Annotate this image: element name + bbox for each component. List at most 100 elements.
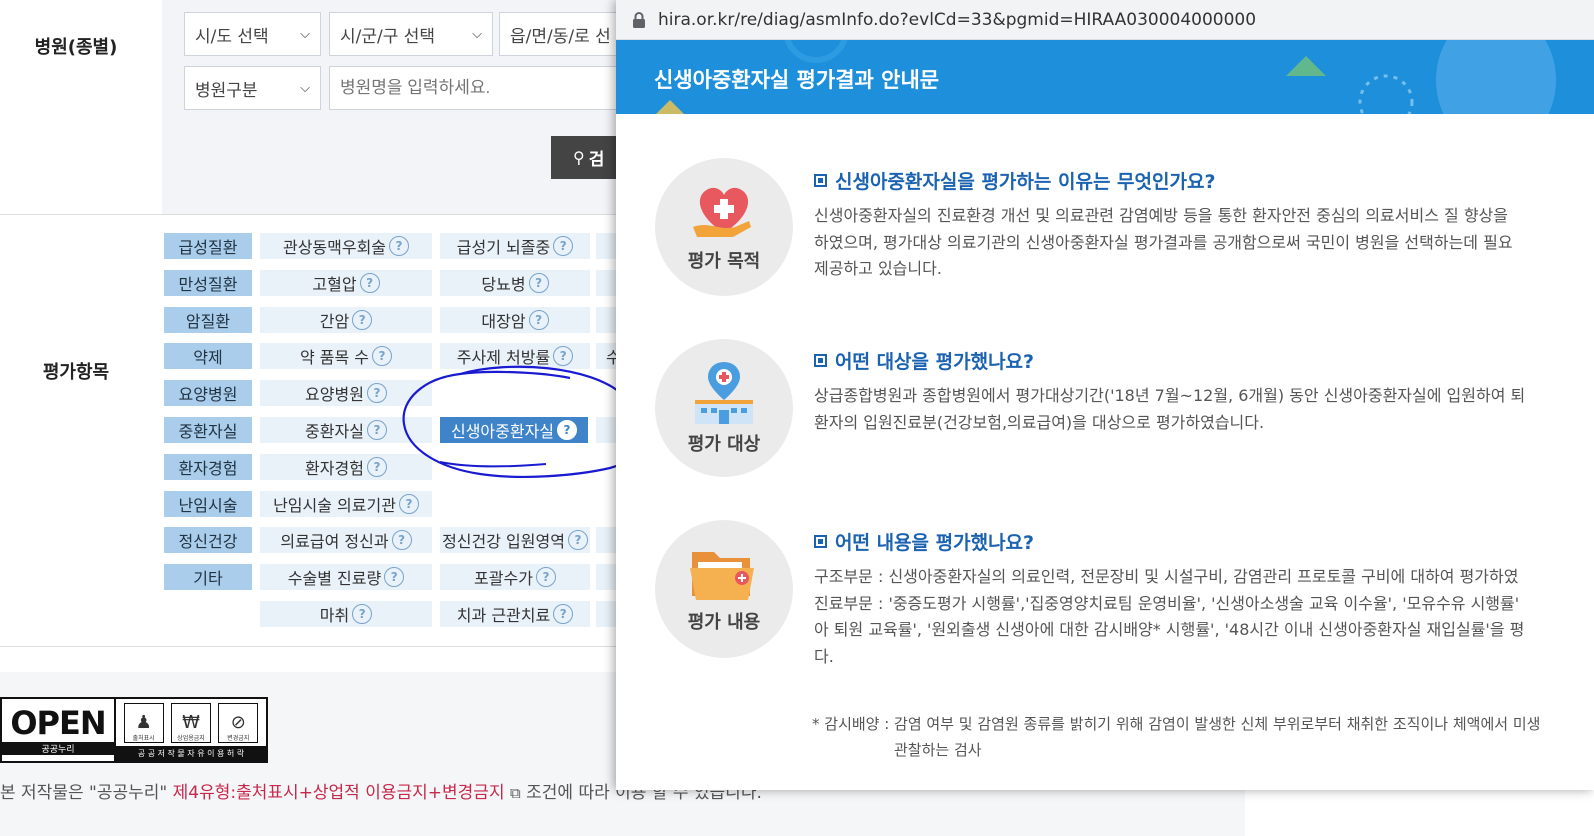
help-icon[interactable]: ? [372, 346, 393, 366]
attribution-icon-label: 출처표시 [132, 734, 155, 742]
eval-item[interactable]: 고혈압? [260, 270, 432, 296]
open-logo-sub: 공공누리 [2, 741, 114, 755]
help-icon[interactable]: ? [553, 604, 574, 624]
eval-item[interactable]: 마취? [260, 601, 432, 627]
hospital-name-input[interactable] [329, 66, 639, 110]
external-link-icon[interactable]: ⧉ [510, 784, 521, 802]
eval-item[interactable]: 간암? [260, 307, 432, 333]
kogl-open-logo: OPEN 공공누리 ♟ 출처표시 ₩ 상업용금지 ⊘ 변경금지 공 공 저 작 물 자… [0, 697, 268, 763]
sigungu-select[interactable]: 시/군/구 선택 ⌵ [329, 12, 493, 56]
purpose-icon-circle: 평가 목적 [655, 158, 793, 296]
square-bullet-icon [814, 354, 827, 367]
help-icon[interactable]: ? [366, 383, 387, 403]
eval-category[interactable]: 요양병원 [164, 380, 252, 406]
address-bar[interactable]: hira.or.kr/re/diag/asmInfo.do?evlCd=33&p… [616, 0, 1594, 40]
eval-category[interactable]: 정신건강 [164, 527, 252, 553]
no-commercial-icon-label: 상업용금지 [177, 734, 205, 742]
eval-item[interactable]: 대장암? [440, 307, 590, 333]
eval-item-clipped[interactable] [596, 564, 616, 590]
eval-item-clipped[interactable] [596, 270, 616, 296]
purpose-icon-label: 평가 목적 [687, 251, 761, 272]
target-line: 환자의 입원진료분(건강보험,의료급여)을 대상으로 평가하였습니다. [814, 412, 1265, 432]
target-icon-label: 평가 대상 [687, 434, 761, 455]
help-icon[interactable]: ? [391, 530, 412, 550]
purpose-question: 신생아중환자실을 평가하는 이유는 무엇인가요? [814, 167, 1215, 194]
footnote-line-2: 관찰하는 검사 [894, 741, 982, 759]
eval-item[interactable]: 치과 근관치료? [440, 601, 590, 627]
eval-category[interactable]: 암질환 [164, 307, 252, 333]
help-icon[interactable]: ? [389, 236, 410, 256]
open-logo-text: OPEN [10, 703, 106, 742]
eval-item-label: 수술별 진료량 [287, 569, 382, 588]
eval-item[interactable]: 의료급여 정신과? [260, 527, 432, 553]
divider [0, 214, 625, 215]
eval-category[interactable]: 기타 [164, 564, 252, 590]
dong-select-value: 읍/면/동/로 선 [510, 26, 611, 47]
eval-item-clipped[interactable]: 수 [596, 343, 616, 369]
eval-item[interactable]: 포괄수가? [440, 564, 590, 590]
sigungu-select-value: 시/군/구 선택 [340, 26, 436, 47]
popup-header: 신생아중환자실 평가결과 안내문 [616, 40, 1594, 114]
eval-item[interactable]: 요양병원? [260, 380, 432, 406]
help-icon[interactable]: ? [398, 494, 419, 514]
eval-item[interactable]: 주사제 처방률? [440, 343, 590, 369]
help-icon[interactable]: ? [384, 567, 405, 587]
eval-item-clipped[interactable] [596, 527, 616, 553]
eval-item-clipped[interactable] [596, 417, 616, 443]
eval-item-label: 신생아중환자실 [450, 422, 555, 441]
eval-item[interactable]: 약 품목 수? [260, 343, 432, 369]
eval-category[interactable]: 급성질환 [164, 233, 252, 259]
chevron-down-icon: ⌵ [472, 26, 482, 42]
eval-item[interactable]: 중환자실? [260, 417, 432, 443]
content-icon-circle: 평가 내용 [655, 520, 793, 658]
help-icon[interactable]: ? [366, 420, 387, 440]
eval-item-label: 당뇨병 [481, 275, 526, 294]
help-icon[interactable]: ? [528, 273, 549, 293]
search-button-label: 검 [588, 150, 605, 170]
eval-item-clipped[interactable] [596, 601, 616, 627]
eval-item-label: 환자경험 [305, 459, 364, 478]
eval-item[interactable]: 급성기 뇌졸중? [440, 233, 590, 259]
popup-window: hira.or.kr/re/diag/asmInfo.do?evlCd=33&p… [616, 0, 1594, 790]
square-bullet-icon [814, 535, 827, 548]
purpose-line: 제공하고 있습니다. [814, 259, 942, 278]
lock-icon [633, 11, 645, 28]
eval-item[interactable]: 환자경험? [260, 454, 432, 480]
help-icon[interactable]: ? [567, 530, 588, 550]
eval-item-clipped[interactable] [596, 233, 616, 259]
sido-select[interactable]: 시/도 선택 ⌵ [184, 12, 321, 56]
eval-item[interactable]: 관상동맥우회술? [260, 233, 432, 259]
no-commercial-icon: ₩ 상업용금지 [170, 702, 211, 743]
license-link[interactable]: 제4유형:출처표시+상업적 이용금지+변경금지 [173, 783, 505, 803]
help-icon[interactable]: ? [553, 346, 574, 366]
help-icon[interactable]: ? [535, 567, 556, 587]
eval-item[interactable]: 당뇨병? [440, 270, 590, 296]
help-icon[interactable]: ? [553, 236, 574, 256]
eval-item-label: 치과 근관치료 [456, 606, 551, 625]
eval-category[interactable]: 약제 [164, 343, 252, 369]
url-text: hira.or.kr/re/diag/asmInfo.do?evlCd=33&p… [658, 9, 1257, 30]
eval-category[interactable]: 만성질환 [164, 270, 252, 296]
eval-category[interactable]: 중환자실 [164, 417, 252, 443]
divider [0, 646, 625, 647]
eval-item-clipped[interactable] [596, 307, 616, 333]
eval-item-label: 급성기 뇌졸중 [456, 238, 551, 257]
content-question: 어떤 내용을 평가했나요? [814, 528, 1034, 555]
eval-category[interactable]: 난임시술 [164, 491, 252, 517]
chevron-down-icon: ⌵ [300, 80, 310, 96]
target-paragraph: 상급종합병원과 종합병원에서 평가대상기간('18년 7월~12월, 6개월) … [814, 383, 1525, 436]
content-line: 다. [814, 646, 834, 666]
eval-item-nicu[interactable]: 신생아중환자실? [440, 417, 588, 443]
eval-category[interactable]: 환자경험 [164, 454, 252, 480]
eval-item[interactable]: 수술별 진료량? [260, 564, 432, 590]
help-icon[interactable]: ? [359, 273, 380, 293]
help-icon[interactable]: ? [352, 604, 373, 624]
help-icon[interactable]: ? [557, 420, 578, 440]
help-icon[interactable]: ? [352, 310, 373, 330]
eval-item[interactable]: 난임시술 의료기관? [260, 491, 432, 517]
help-icon[interactable]: ? [366, 457, 387, 477]
eval-item[interactable]: 정신건강 입원영역? [440, 527, 590, 553]
footnote-line-1: * 감시배양 : 감염 여부 및 감염원 종류를 밝히기 위해 감염이 발생한 … [812, 715, 1541, 733]
help-icon[interactable]: ? [528, 310, 549, 330]
hospital-type-select[interactable]: 병원구분 ⌵ [184, 66, 321, 110]
